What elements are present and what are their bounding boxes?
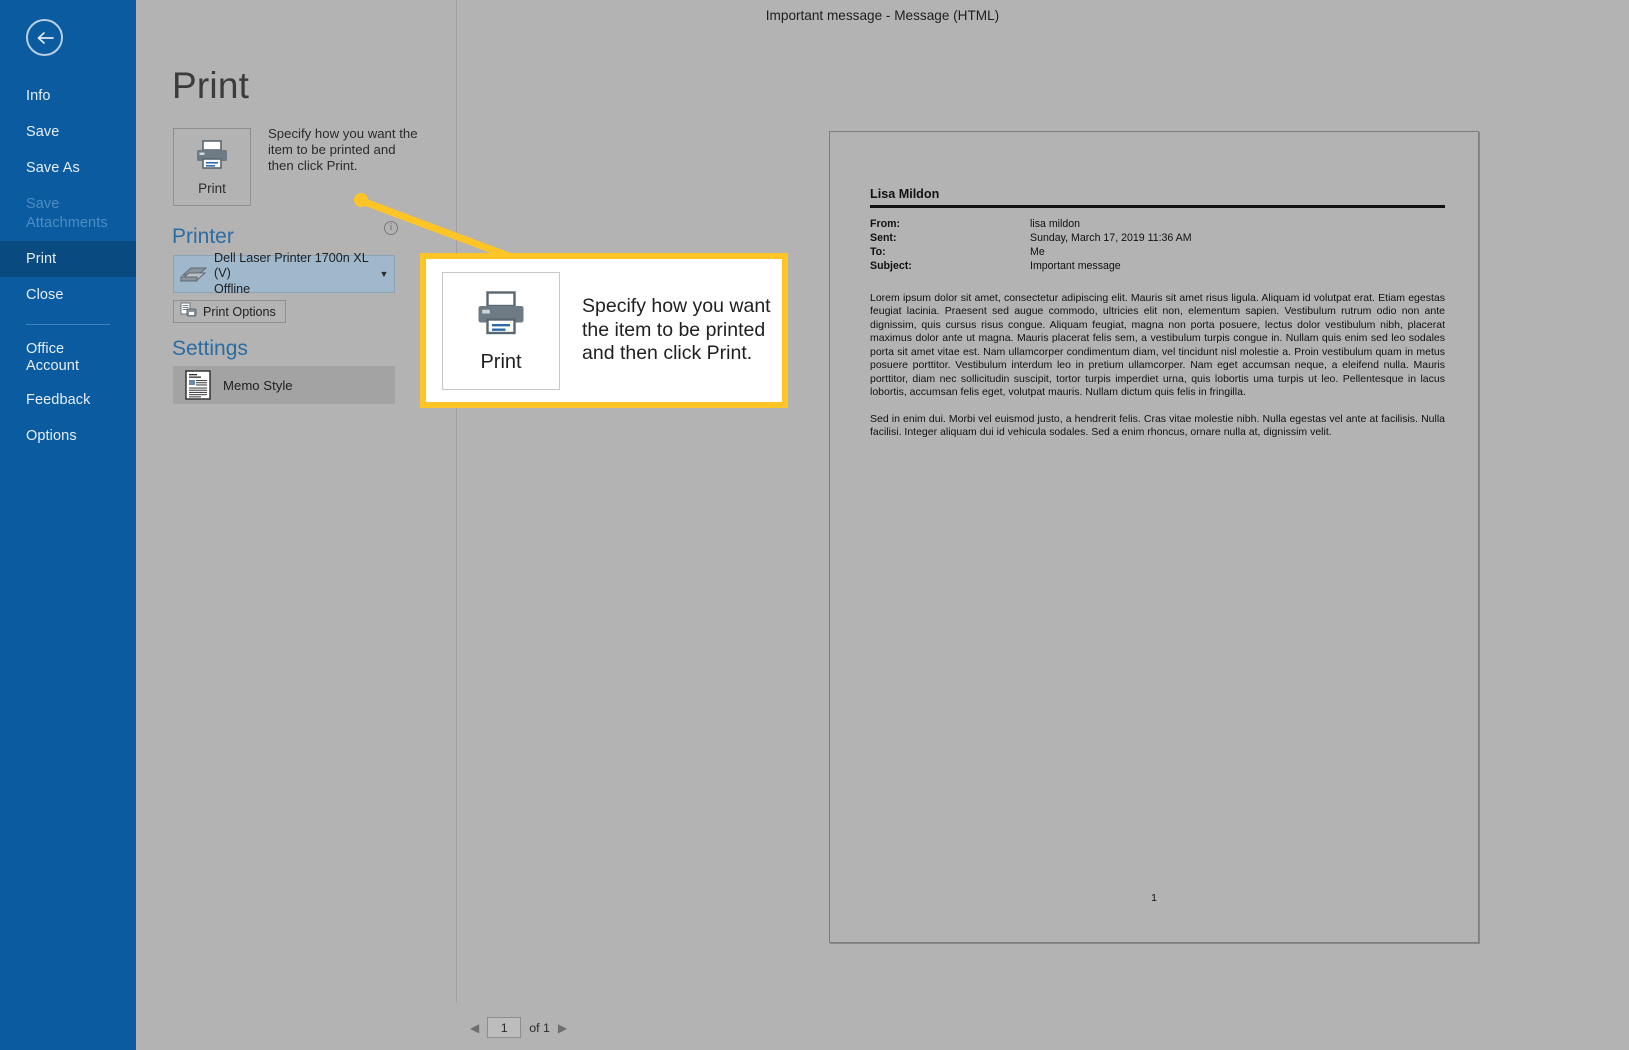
sidebar-item-save-attachments: Save Attachments bbox=[0, 186, 136, 240]
printer-section-heading: Printer bbox=[172, 225, 234, 248]
info-icon[interactable]: i bbox=[384, 221, 398, 235]
print-options-icon bbox=[180, 302, 197, 321]
table-row: Subject: Important message bbox=[870, 260, 1445, 274]
settings-section-heading: Settings bbox=[172, 337, 248, 360]
preview-body: Lorem ipsum dolor sit amet, consectetur … bbox=[870, 292, 1445, 439]
outlook-backstage-print-screen: Important message - Message (HTML) Info … bbox=[0, 0, 1629, 1050]
sidebar-item-label: Info bbox=[26, 88, 51, 104]
settings-item-label: Memo Style bbox=[223, 377, 293, 393]
sidebar-item-label: Close bbox=[26, 286, 64, 303]
window-title: Important message - Message (HTML) bbox=[765, 7, 1000, 23]
sidebar-item-close[interactable]: Close bbox=[0, 277, 136, 313]
sidebar-item-label: Save As bbox=[26, 160, 80, 177]
printer-icon bbox=[474, 288, 528, 341]
sidebar-item-label: Save bbox=[26, 124, 60, 141]
page-count-label: of 1 bbox=[529, 1020, 550, 1035]
table-row: To: Me bbox=[870, 246, 1445, 260]
sidebar-item-label: Print bbox=[26, 250, 57, 267]
next-page-icon[interactable]: ▶ bbox=[558, 1021, 567, 1035]
printer-name: Dell Laser Printer 1700n XL (V) bbox=[214, 250, 369, 281]
sidebar-item-info[interactable]: Info bbox=[0, 78, 136, 114]
print-button[interactable]: Print bbox=[173, 128, 251, 206]
field-key: Sent: bbox=[870, 232, 897, 244]
sidebar-item-office-account[interactable]: Office Account bbox=[0, 333, 136, 382]
settings-item-memo-style[interactable]: Memo Style bbox=[173, 366, 395, 404]
preview-pagination: ◀ 1 of 1 ▶ bbox=[470, 1017, 567, 1038]
field-value: Important message bbox=[1030, 260, 1121, 272]
body-paragraph: Sed in enim dui. Morbi vel euismod justo… bbox=[870, 412, 1445, 438]
callout-print-button[interactable]: Print bbox=[442, 271, 560, 390]
sidebar-item-label: Options bbox=[26, 428, 77, 445]
printer-status: Offline bbox=[214, 281, 251, 296]
preview-header-fields: From: lisa mildon Sent: Sunday, March 17… bbox=[870, 218, 1445, 274]
table-row: From: lisa mildon bbox=[870, 218, 1445, 232]
print-button-label: Print bbox=[198, 181, 226, 196]
preview-document: Lisa Mildon From: lisa mildon Sent: Sund… bbox=[870, 187, 1445, 452]
back-arrow-icon bbox=[34, 27, 56, 49]
pane-divider bbox=[456, 0, 457, 1003]
sidebar-divider bbox=[26, 323, 110, 325]
print-options-label: Print Options bbox=[203, 304, 276, 319]
callout-text: Specify how you want the item to be prin… bbox=[582, 294, 771, 365]
callout-print-button-label: Print bbox=[480, 350, 522, 373]
sidebar-item-feedback[interactable]: Feedback bbox=[0, 382, 136, 418]
backstage-menu: Info Save Save As Save Attachments Print… bbox=[0, 78, 136, 454]
sidebar-item-label: Feedback bbox=[26, 392, 91, 409]
field-key: From: bbox=[870, 218, 901, 230]
preview-page-number: 1 bbox=[1151, 892, 1157, 904]
field-key: Subject: bbox=[870, 260, 912, 272]
sidebar-item-print[interactable]: Print bbox=[0, 240, 136, 277]
printer-icon bbox=[194, 138, 230, 175]
sidebar-item-label: Office Account bbox=[26, 340, 80, 374]
sidebar-item-options[interactable]: Options bbox=[0, 418, 136, 454]
body-paragraph: Lorem ipsum dolor sit amet, consectetur … bbox=[870, 292, 1445, 399]
page-title: Print bbox=[172, 65, 250, 106]
backstage-navigation-rail: Info Save Save As Save Attachments Print… bbox=[0, 0, 136, 1050]
sidebar-item-save-as[interactable]: Save As bbox=[0, 150, 136, 186]
annotation-callout: Print Specify how you want the item to b… bbox=[420, 253, 788, 408]
print-settings-pane: Print Print Specify how you want the ite… bbox=[136, 0, 456, 1050]
field-value: lisa mildon bbox=[1030, 218, 1081, 230]
field-value: Sunday, March 17, 2019 11:36 AM bbox=[1030, 232, 1192, 244]
previous-page-icon[interactable]: ◀ bbox=[470, 1021, 479, 1035]
page-number-input[interactable]: 1 bbox=[487, 1017, 522, 1038]
sidebar-item-label: Save Attachments bbox=[26, 196, 108, 231]
back-button[interactable] bbox=[26, 19, 63, 56]
preview-header-rule bbox=[870, 205, 1445, 208]
sidebar-item-save[interactable]: Save bbox=[0, 114, 136, 150]
printer-select-text: Dell Laser Printer 1700n XL (V) Offline bbox=[214, 251, 374, 297]
print-help-text: Specify how you want the item to be prin… bbox=[268, 126, 418, 174]
printer-device-icon bbox=[174, 263, 214, 285]
preview-sender-name: Lisa Mildon bbox=[870, 187, 940, 201]
print-options-button[interactable]: Print Options bbox=[173, 300, 286, 323]
table-row: Sent: Sunday, March 17, 2019 11:36 AM bbox=[870, 232, 1445, 246]
printer-select[interactable]: Dell Laser Printer 1700n XL (V) Offline … bbox=[173, 251, 395, 296]
print-preview-page: Lisa Mildon From: lisa mildon Sent: Sund… bbox=[829, 131, 1479, 943]
field-value: Me bbox=[1030, 246, 1045, 258]
chevron-down-icon[interactable]: ▼ bbox=[374, 269, 394, 279]
memo-style-icon bbox=[173, 370, 223, 400]
field-key: To: bbox=[870, 246, 886, 258]
